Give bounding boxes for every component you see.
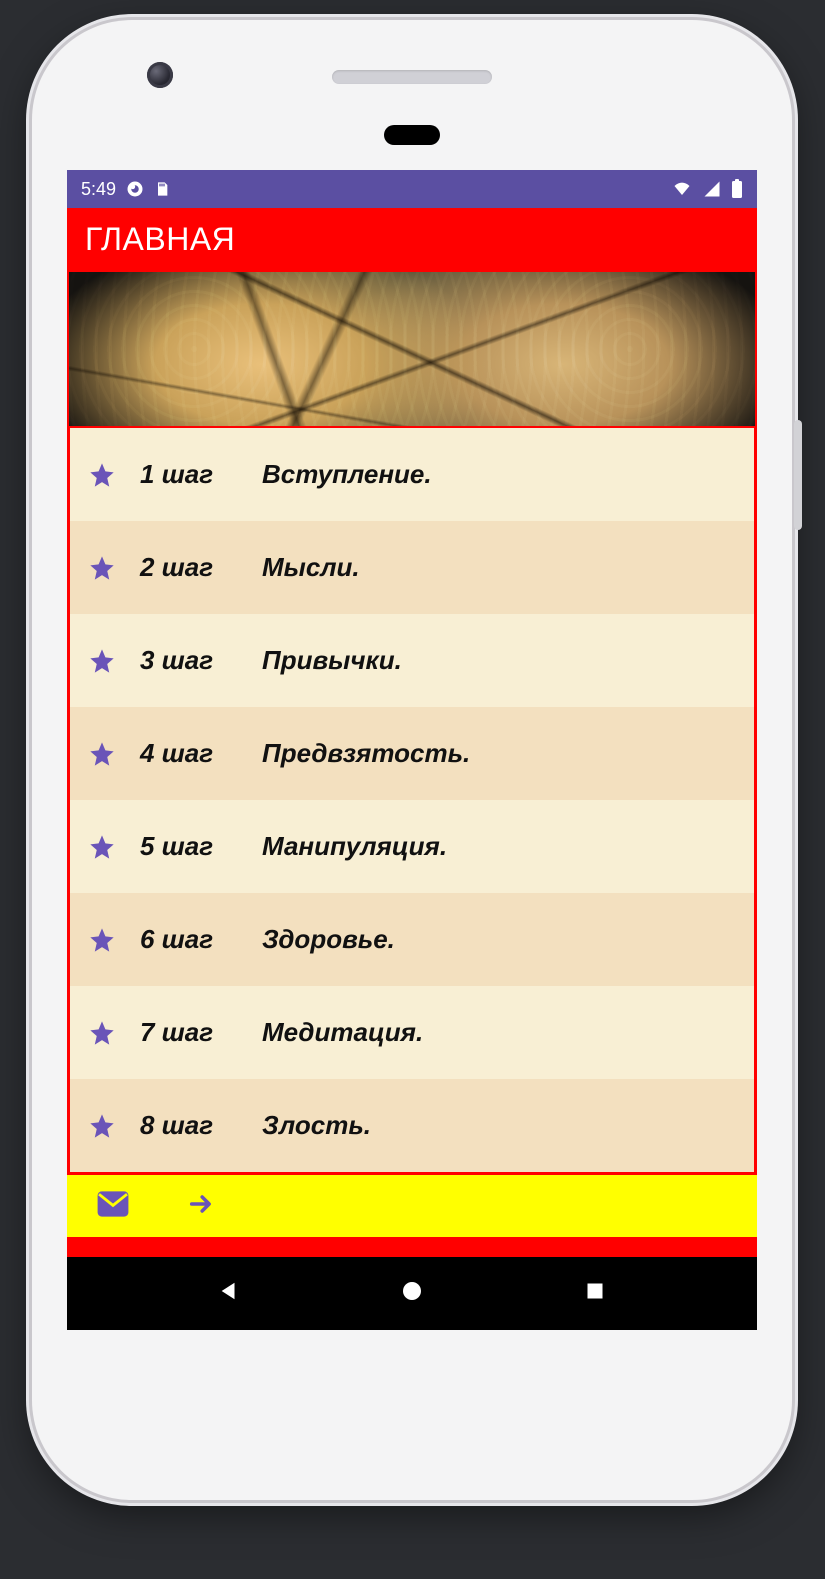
android-status-bar: 5:49: [67, 170, 757, 208]
list-item[interactable]: 1 шаг Вступление.: [70, 428, 754, 521]
android-nav-bar: [67, 1257, 757, 1325]
list-item-title: Медитация.: [262, 1017, 736, 1048]
star-icon: [88, 554, 118, 582]
battery-icon: [731, 179, 743, 199]
red-strip: [67, 1237, 757, 1257]
phone-earpiece: [332, 70, 492, 84]
bottom-toolbar: [67, 1175, 757, 1237]
list-item-step: 3 шаг: [140, 645, 240, 676]
star-icon: [88, 833, 118, 861]
list-item-title: Вступление.: [262, 459, 736, 490]
nav-back-button[interactable]: [215, 1277, 243, 1305]
list-item[interactable]: 6 шаг Здоровье.: [70, 893, 754, 986]
phone-power-button: [794, 420, 802, 530]
list-item-step: 8 шаг: [140, 1110, 240, 1141]
list-item-step: 4 шаг: [140, 738, 240, 769]
list-item[interactable]: 5 шаг Манипуляция.: [70, 800, 754, 893]
list-item[interactable]: 7 шаг Медитация.: [70, 986, 754, 1079]
list-item[interactable]: 2 шаг Мысли.: [70, 521, 754, 614]
star-icon: [88, 1019, 118, 1047]
list-item-step: 7 шаг: [140, 1017, 240, 1048]
star-icon: [88, 1112, 118, 1140]
list-item[interactable]: 3 шаг Привычки.: [70, 614, 754, 707]
phone-sensor-pill: [384, 125, 440, 145]
app-bar: ГЛАВНАЯ: [67, 208, 757, 270]
sd-card-icon: [154, 180, 170, 198]
next-button[interactable]: [181, 1186, 221, 1226]
list-item-title: Предвзятость.: [262, 738, 736, 769]
star-icon: [88, 647, 118, 675]
hero-image: [67, 270, 757, 428]
list-item-step: 2 шаг: [140, 552, 240, 583]
list-item-step: 5 шаг: [140, 831, 240, 862]
phone-screen: 5:49: [67, 170, 757, 1330]
nav-home-button[interactable]: [398, 1277, 426, 1305]
list-item-title: Злость.: [262, 1110, 736, 1141]
list-item-step: 6 шаг: [140, 924, 240, 955]
phone-device-frame: 5:49: [32, 20, 792, 1500]
mail-button[interactable]: [93, 1186, 133, 1226]
list-item-title: Привычки.: [262, 645, 736, 676]
star-icon: [88, 461, 118, 489]
status-app-icon: [126, 180, 144, 198]
phone-front-camera: [147, 62, 173, 88]
list-item-title: Мысли.: [262, 552, 736, 583]
page-title: ГЛАВНАЯ: [85, 221, 235, 258]
status-time: 5:49: [81, 179, 116, 200]
star-icon: [88, 740, 118, 768]
mail-icon: [96, 1190, 130, 1223]
list-item[interactable]: 4 шаг Предвзятость.: [70, 707, 754, 800]
list-item-step: 1 шаг: [140, 459, 240, 490]
list-item-title: Здоровье.: [262, 924, 736, 955]
list-item[interactable]: 8 шаг Злость.: [70, 1079, 754, 1172]
cell-signal-icon: [703, 180, 721, 198]
list-item-title: Манипуляция.: [262, 831, 736, 862]
wifi-icon: [671, 180, 693, 198]
star-icon: [88, 926, 118, 954]
arrow-right-icon: [184, 1190, 218, 1223]
nav-recent-button[interactable]: [581, 1277, 609, 1305]
steps-list: 1 шаг Вступление. 2 шаг Мысли. 3 шаг При…: [67, 428, 757, 1175]
